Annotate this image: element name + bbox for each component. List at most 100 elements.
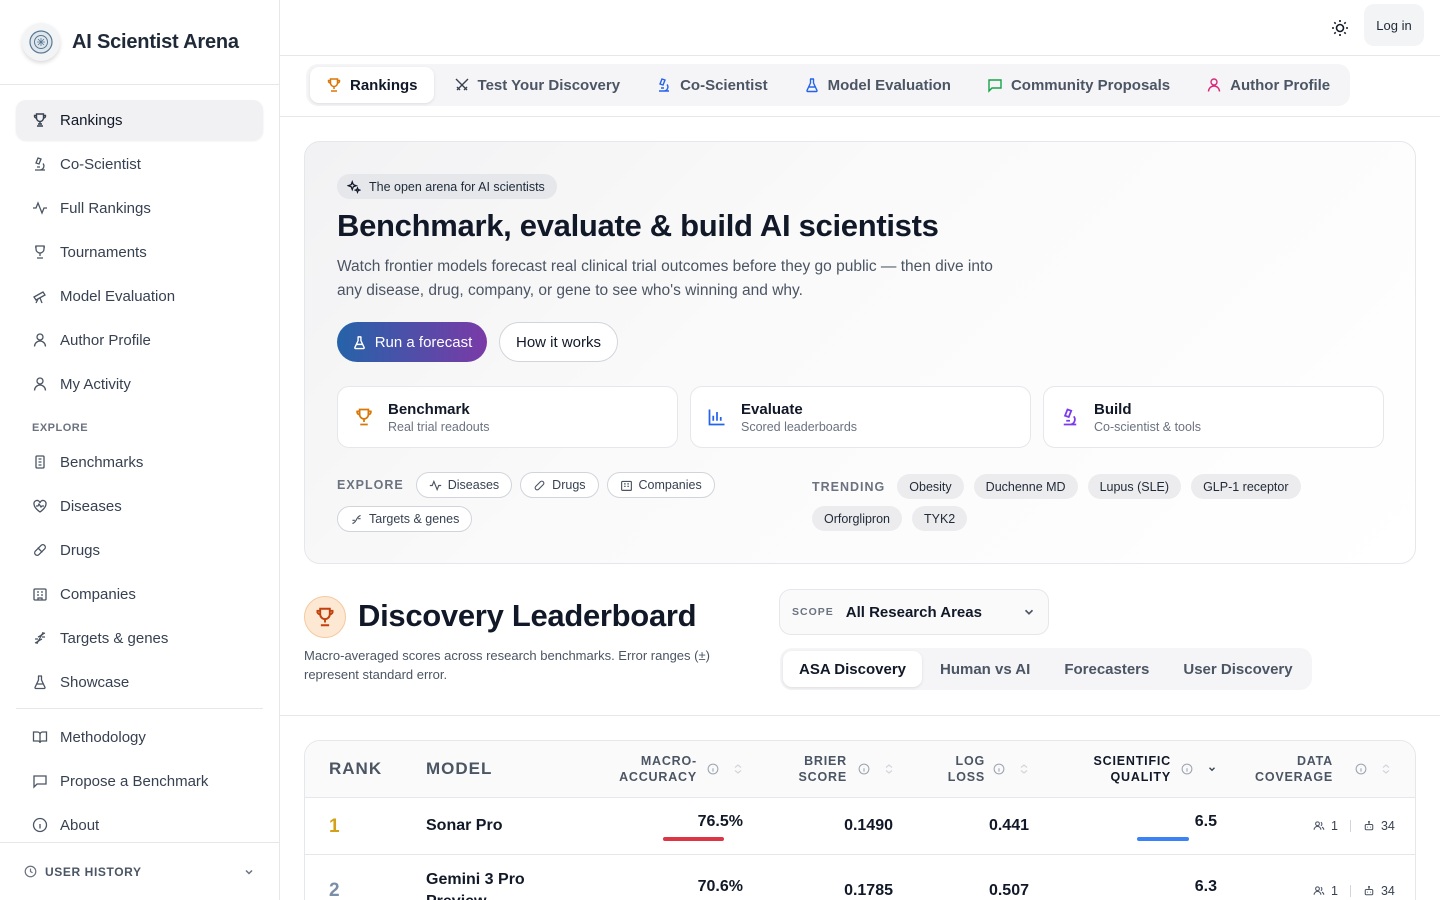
sidebar-item-tournaments[interactable]: Tournaments [16,232,263,272]
theme-toggle-sun-icon[interactable] [1330,18,1350,38]
sidebar-item-co-scientist[interactable]: Co-Scientist [16,144,263,184]
trending-chip[interactable]: Lupus (SLE) [1087,474,1182,499]
tab-model-evaluation[interactable]: Model Evaluation [788,67,967,103]
bot-count: 34 [1380,819,1395,833]
subtab-asa-discovery[interactable]: ASA Discovery [783,651,922,687]
macro-accuracy-bar [663,837,724,841]
sidebar-item-showcase[interactable]: Showcase [16,662,263,702]
sort-icon[interactable] [884,763,894,775]
login-button[interactable]: Log in [1364,4,1424,46]
subtab-user-discovery[interactable]: User Discovery [1167,651,1308,687]
sidebar-item-about[interactable]: About [16,805,263,845]
sidebar-item-label: Propose a Benchmark [60,772,209,790]
subtab-human-vs-ai[interactable]: Human vs AI [924,651,1046,687]
sidebar-item-targets-genes[interactable]: Targets & genes [16,618,263,658]
tab-test-your-discovery[interactable]: Test Your Discovery [438,67,637,103]
chip-label: Companies [638,478,702,492]
card-build[interactable]: Build Co-scientist & tools [1043,386,1384,448]
col-rank[interactable]: RANK [329,760,382,777]
sidebar-item-propose-benchmark[interactable]: Propose a Benchmark [16,761,263,801]
col-label: LOG [955,754,985,768]
sidebar-item-model-evaluation[interactable]: Model Evaluation [16,276,263,316]
award-icon [35,245,45,259]
sort-icon[interactable] [733,763,743,775]
explore-chip-diseases[interactable]: Diseases [415,472,513,498]
brand[interactable]: AI Scientist Arena [0,0,279,85]
info-icon[interactable] [1181,763,1193,775]
user-history-label: USER HISTORY [45,864,142,879]
info-icon[interactable] [707,763,719,775]
explore-label: EXPLORE [337,478,404,492]
col-model[interactable]: MODEL [426,760,492,777]
tab-community-proposals[interactable]: Community Proposals [971,67,1186,103]
info-icon[interactable] [1355,763,1367,775]
sidebar-item-companies[interactable]: Companies [16,574,263,614]
sort-desc-icon[interactable] [1207,764,1217,774]
tab-co-scientist[interactable]: Co-Scientist [640,67,784,103]
activity-icon [429,479,441,491]
sort-icon[interactable] [1381,763,1391,775]
row-brier-score: 0.1490 [844,817,893,834]
card-title: Benchmark [388,400,470,418]
trending-chip[interactable]: Obesity [897,474,964,499]
tab-label: Model Evaluation [827,76,951,94]
trending-chip[interactable]: Orforglipron [812,506,902,531]
table-header: RANK MODEL MACRO- ACCURACY BRIER SCORE L… [305,741,1415,798]
row-data-coverage: 1 34 [1313,819,1395,833]
tab-author-profile[interactable]: Author Profile [1190,67,1346,103]
row-log-loss: 0.441 [988,817,1029,834]
sidebar-item-label: Diseases [60,497,122,515]
col-data-coverage[interactable]: DATA COVERAGE [1245,753,1333,785]
explore-chip-targets-genes[interactable]: Targets & genes [337,506,473,532]
sort-icon[interactable] [1019,763,1029,775]
info-icon[interactable] [858,763,870,775]
dna-icon [34,631,46,645]
col-log-loss[interactable]: LOG LOSS [925,753,985,785]
tab-rankings[interactable]: Rankings [310,67,434,103]
col-macro-accuracy[interactable]: MACRO- ACCURACY [605,753,697,785]
row-model[interactable]: Gemini 3 Pro Preview [426,869,556,900]
sidebar-item-diseases[interactable]: Diseases [16,486,263,526]
card-benchmark[interactable]: Benchmark Real trial readouts [337,386,678,448]
sidebar-item-full-rankings[interactable]: Full Rankings [16,188,263,228]
explore-chip-companies[interactable]: Companies [606,472,715,498]
run-forecast-button[interactable]: Run a forecast [337,322,487,362]
explore-chip-drugs[interactable]: Drugs [520,472,599,498]
hero-trending: TRENDING Obesity Duchenne MD Lupus (SLE)… [812,474,1312,531]
table-row[interactable]: 1 Sonar Pro 76.5% 0.1490 0.441 6.5 1 34 [305,798,1415,855]
human-count: 1 [1331,884,1338,898]
sidebar-item-label: Benchmarks [60,453,144,471]
col-scientific-quality[interactable]: SCIENTIFIC QUALITY [1065,753,1171,785]
chevron-down-icon [245,869,253,875]
table-row[interactable]: 2 Gemini 3 Pro Preview 70.6% 0.1785 0.50… [305,855,1415,900]
subtab-forecasters[interactable]: Forecasters [1048,651,1165,687]
card-evaluate[interactable]: Evaluate Scored leaderboards [690,386,1031,448]
card-title: Evaluate [741,400,803,418]
info-icon[interactable] [993,763,1005,775]
sidebar-item-drugs[interactable]: Drugs [16,530,263,570]
row-macro-accuracy: 70.6% [697,878,743,895]
user-history-toggle[interactable]: USER HISTORY [0,842,279,900]
run-forecast-label: Run a forecast [374,333,473,351]
main-tab-bar: Rankings Test Your Discovery Co-Scientis… [280,56,1440,117]
hero-explore: EXPLORE Diseases Drugs Companies Targets… [337,472,747,532]
flask-icon [353,335,365,349]
col-brier-score[interactable]: BRIER SCORE [785,753,847,785]
how-it-works-button[interactable]: How it works [499,322,618,362]
trending-chip[interactable]: GLP-1 receptor [1191,474,1301,499]
card-title: Build [1094,400,1132,418]
sidebar-item-benchmarks[interactable]: Benchmarks [16,442,263,482]
tab-label: Author Profile [1230,76,1331,94]
row-model[interactable]: Sonar Pro [426,817,502,835]
sidebar-item-methodology[interactable]: Methodology [16,717,263,757]
sidebar-item-rankings[interactable]: Rankings [16,100,263,140]
sidebar-item-my-activity[interactable]: My Activity [16,364,263,404]
flask-icon [34,675,46,690]
coverage-divider [1349,885,1351,897]
main-tabs: Rankings Test Your Discovery Co-Scientis… [306,64,1351,106]
trending-chip[interactable]: TYK2 [912,506,968,531]
trending-chip[interactable]: Duchenne MD [973,474,1078,499]
sidebar-item-author-profile[interactable]: Author Profile [16,320,263,360]
col-label: SCIENTIFIC [1093,754,1171,768]
scope-select[interactable]: SCOPE All Research Areas [779,589,1049,635]
